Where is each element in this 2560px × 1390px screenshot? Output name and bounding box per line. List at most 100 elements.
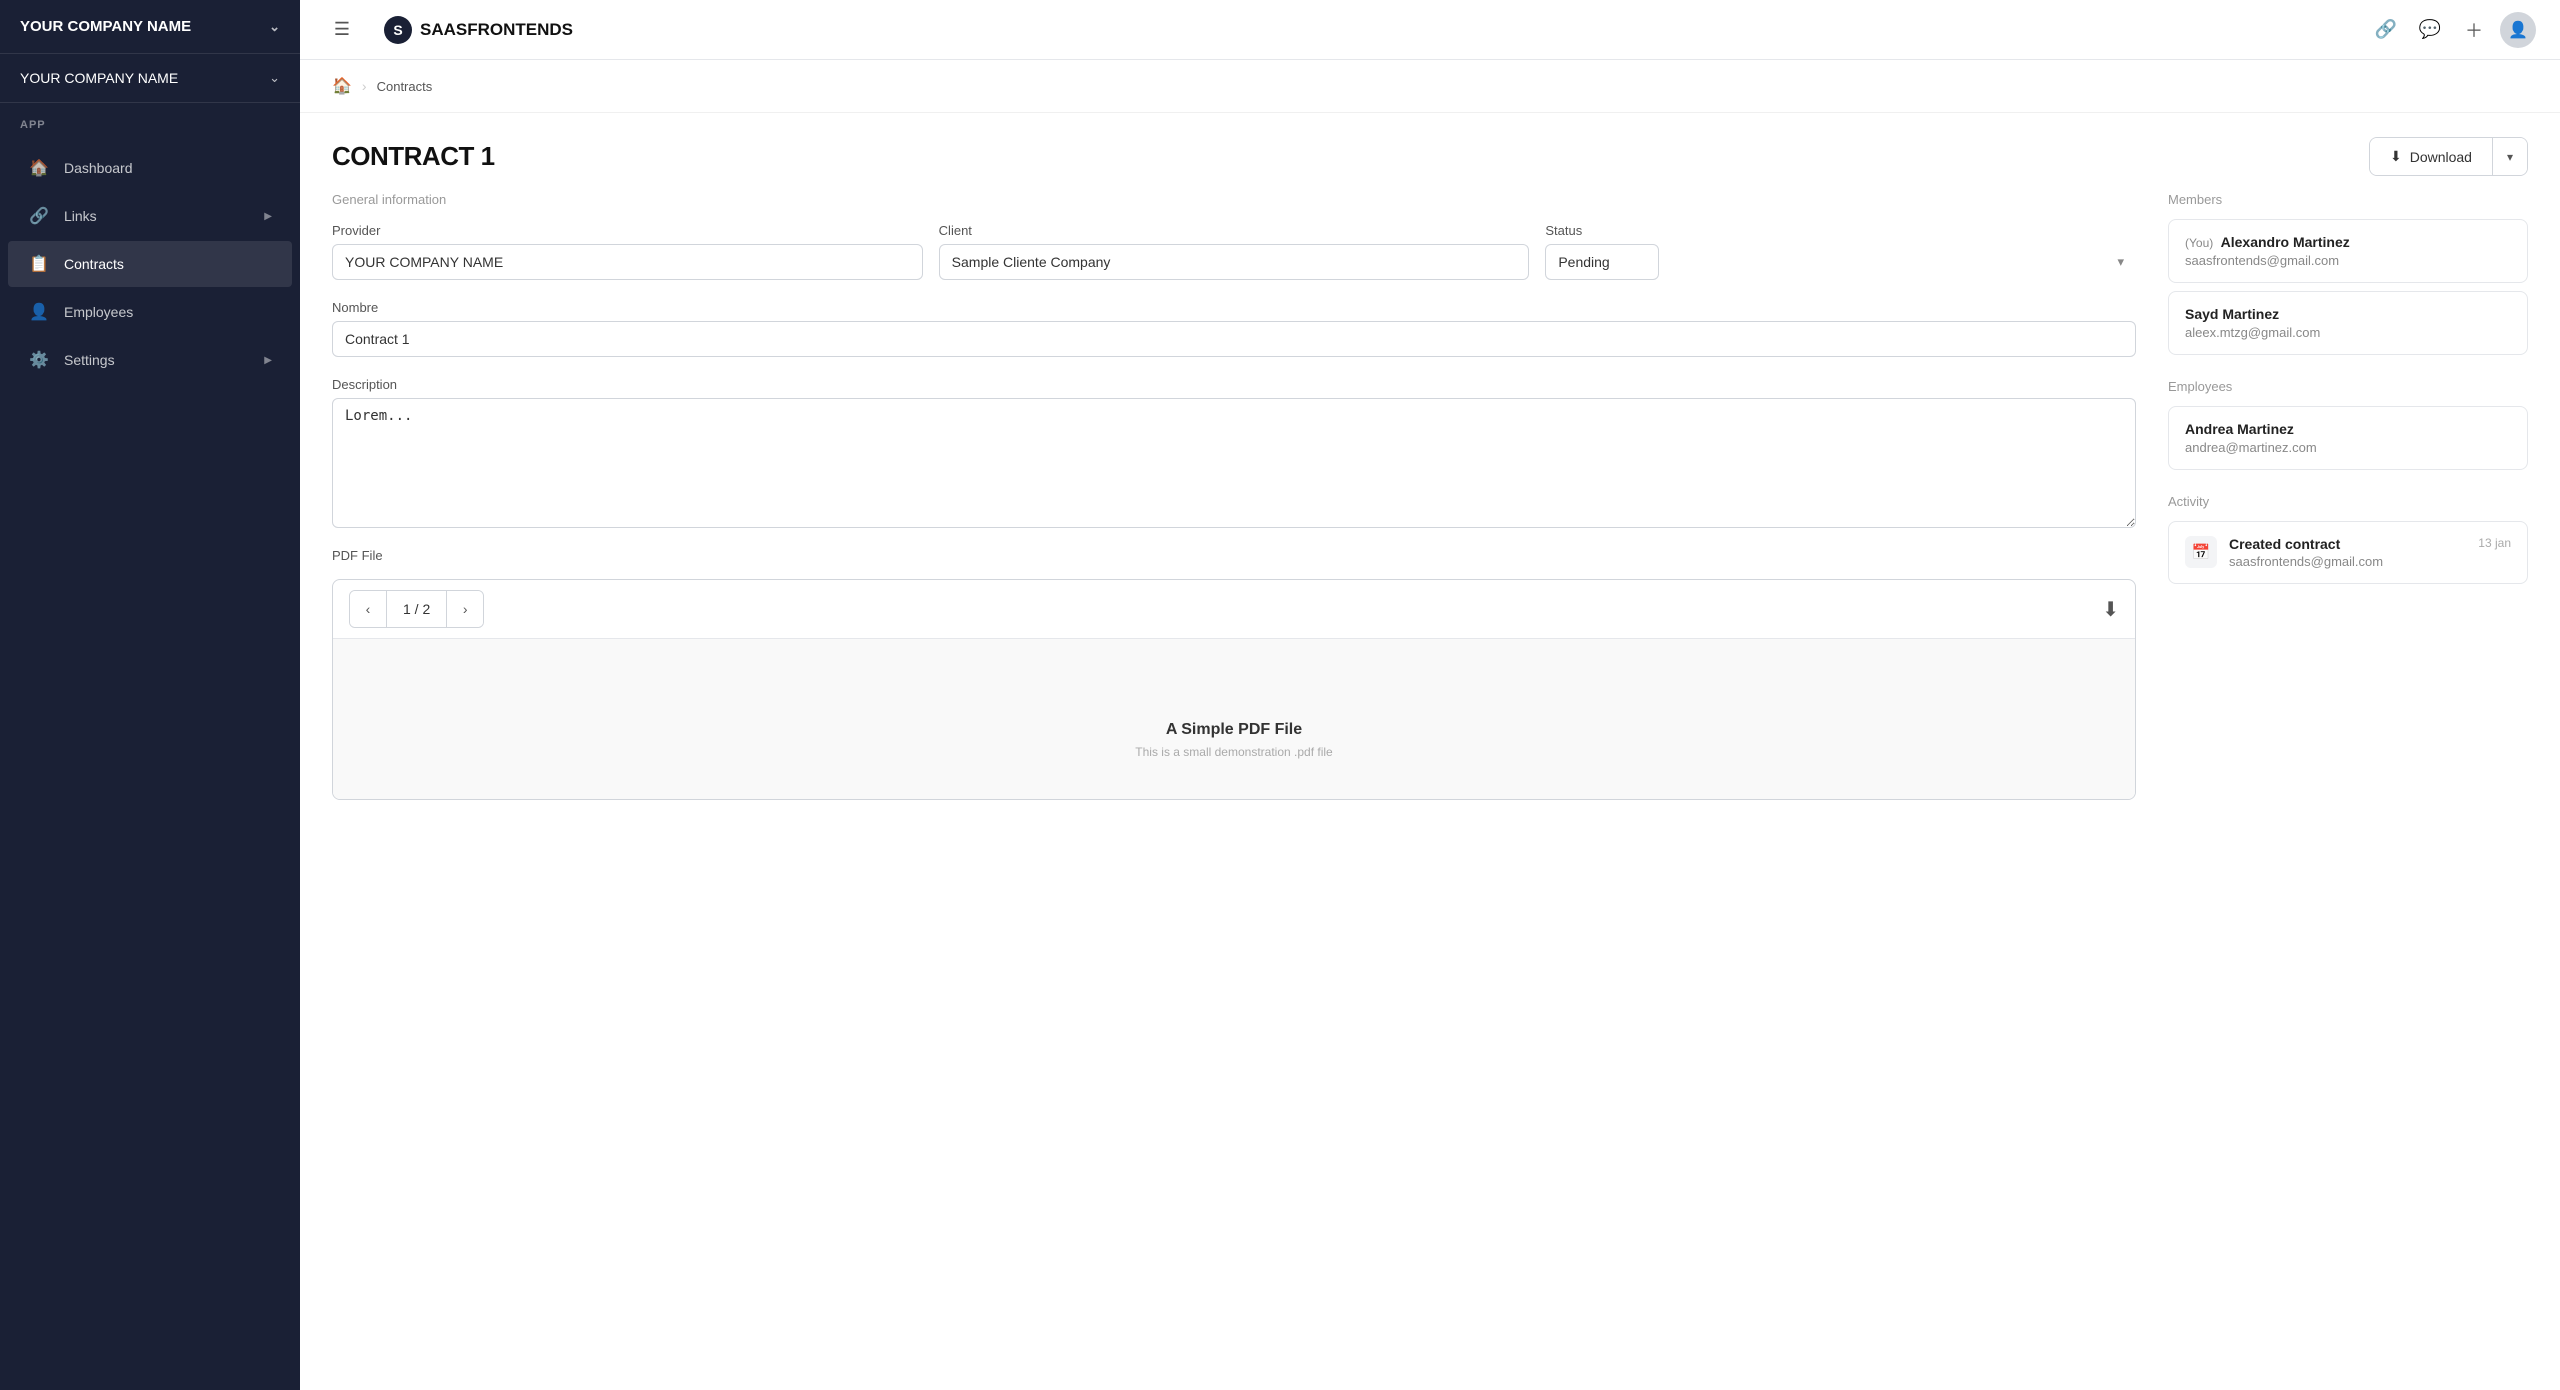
main-wrapper: ☰ S SAASFRONTENDS 🔗 💬 ＋ 👤 🏠 › Contracts … xyxy=(300,0,2560,1390)
status-select[interactable]: Pending Active Completed xyxy=(1545,244,1659,280)
member-name-text-0: Alexandro Martinez xyxy=(2221,234,2350,250)
sidebar-item-dashboard[interactable]: 🏠 Dashboard xyxy=(8,145,292,191)
add-button[interactable]: ＋ xyxy=(2456,12,2492,48)
description-textarea[interactable]: Lorem... xyxy=(332,398,2136,528)
nombre-field-group: Nombre xyxy=(332,300,2136,357)
chevron-down-icon: ⌄ xyxy=(269,19,280,35)
menu-toggle-button[interactable]: ☰ xyxy=(324,12,360,48)
pdf-next-button[interactable]: › xyxy=(447,591,483,627)
activity-item-0: 📅 Created contract 13 jan saasfrontends@… xyxy=(2168,521,2528,584)
sidebar-item-employees[interactable]: 👤 Employees xyxy=(8,289,292,335)
breadcrumb: 🏠 › Contracts xyxy=(300,60,2560,113)
company-second-label: YOUR COMPANY NAME xyxy=(20,70,178,86)
nombre-label: Nombre xyxy=(332,300,2136,315)
pdf-prev-button[interactable]: ‹ xyxy=(350,591,386,627)
activity-header-0: Created contract 13 jan xyxy=(2229,536,2511,552)
calendar-icon: 📅 xyxy=(2185,536,2217,568)
two-col-layout: General information Provider Client Stat… xyxy=(300,192,2560,832)
pdf-download-button[interactable]: ⬇ xyxy=(2102,597,2119,622)
provider-field-group: Provider xyxy=(332,223,923,280)
pdf-file-subtitle: This is a small demonstration .pdf file xyxy=(1135,745,1332,759)
sidebar-item-label: Employees xyxy=(64,304,272,320)
sidebar-item-label: Contracts xyxy=(64,256,272,272)
sidebar-nav: 🏠 Dashboard 🔗 Links ▶ 📋 Contracts 👤 Empl… xyxy=(0,139,300,389)
member-email-1: aleex.mtzg@gmail.com xyxy=(2185,325,2511,340)
content-area: 🏠 › Contracts CONTRACT 1 ⬇ Download ▾ Ge… xyxy=(300,60,2560,1390)
breadcrumb-separator: › xyxy=(362,78,367,94)
nombre-input[interactable] xyxy=(332,321,2136,357)
employees-label: Employees xyxy=(2168,379,2528,394)
employee-card-0: Andrea Martinez andrea@martinez.com xyxy=(2168,406,2528,470)
settings-icon: ⚙️ xyxy=(28,349,50,371)
description-field-group: Description Lorem... xyxy=(332,377,2136,528)
activity-section: Activity 📅 Created contract 13 jan saasf… xyxy=(2168,494,2528,584)
link-icon: 🔗 xyxy=(28,205,50,227)
pdf-label: PDF File xyxy=(332,548,2136,563)
link-icon-button[interactable]: 🔗 xyxy=(2368,12,2404,48)
activity-date-0: 13 jan xyxy=(2478,536,2511,550)
home-breadcrumb-icon[interactable]: 🏠 xyxy=(332,76,352,96)
employee-email-0: andrea@martinez.com xyxy=(2185,440,2511,455)
sidebar-item-label: Settings xyxy=(64,352,264,368)
company-selector-top[interactable]: YOUR COMPANY NAME ⌄ xyxy=(0,0,300,54)
company-selector-second[interactable]: YOUR COMPANY NAME ⌄ xyxy=(0,54,300,103)
status-label: Status xyxy=(1545,223,2136,238)
home-icon: 🏠 xyxy=(28,157,50,179)
pdf-page-indicator: 1 / 2 xyxy=(386,591,447,627)
sidebar-item-contracts[interactable]: 📋 Contracts xyxy=(8,241,292,287)
sidebar: YOUR COMPANY NAME ⌄ YOUR COMPANY NAME ⌄ … xyxy=(0,0,300,1390)
status-field-group: Status Pending Active Completed xyxy=(1545,223,2136,280)
side-column: Members (You) Alexandro Martinez saasfro… xyxy=(2168,192,2528,800)
client-label: Client xyxy=(939,223,1530,238)
user-avatar[interactable]: 👤 xyxy=(2500,12,2536,48)
member-card-0: (You) Alexandro Martinez saasfrontends@g… xyxy=(2168,219,2528,283)
logo-circle: S xyxy=(384,16,412,44)
activity-label: Activity xyxy=(2168,494,2528,509)
activity-email-0: saasfrontends@gmail.com xyxy=(2229,554,2511,569)
activity-body-0: Created contract 13 jan saasfrontends@gm… xyxy=(2229,536,2511,569)
sidebar-item-label: Dashboard xyxy=(64,160,272,176)
member-name-0: (You) Alexandro Martinez xyxy=(2185,234,2511,250)
logo-saas: SAASFRONTENDS xyxy=(420,20,573,40)
chevron-right-icon: ▶ xyxy=(264,355,272,366)
pdf-toolbar: ‹ 1 / 2 › ⬇ xyxy=(333,580,2135,639)
company-top-label: YOUR COMPANY NAME xyxy=(20,18,191,35)
pdf-viewer: ‹ 1 / 2 › ⬇ A Simple PDF File This is a … xyxy=(332,579,2136,800)
breadcrumb-current: Contracts xyxy=(377,79,433,94)
member-name-text-1: Sayd Martinez xyxy=(2185,306,2279,322)
employee-name-0: Andrea Martinez xyxy=(2185,421,2511,437)
app-logo: S SAASFRONTENDS xyxy=(384,16,2352,44)
download-icon: ⬇ xyxy=(2390,148,2402,165)
page-title: CONTRACT 1 xyxy=(332,141,495,172)
pdf-file-title: A Simple PDF File xyxy=(1166,721,1302,739)
chevron-down-icon: ⌄ xyxy=(269,70,280,86)
contracts-icon: 📋 xyxy=(28,253,50,275)
sidebar-item-label: Links xyxy=(64,208,264,224)
topbar-icons: 🔗 💬 ＋ 👤 xyxy=(2368,12,2536,48)
download-button-group: ⬇ Download ▾ xyxy=(2369,137,2528,176)
app-section-label: APP xyxy=(0,103,300,139)
download-label: Download xyxy=(2410,149,2472,165)
member-card-1: Sayd Martinez aleex.mtzg@gmail.com xyxy=(2168,291,2528,355)
employees-section: Employees Andrea Martinez andrea@martine… xyxy=(2168,379,2528,470)
you-badge: (You) xyxy=(2185,236,2213,250)
provider-input[interactable] xyxy=(332,244,923,280)
chat-icon-button[interactable]: 💬 xyxy=(2412,12,2448,48)
download-dropdown-button[interactable]: ▾ xyxy=(2493,138,2527,175)
pdf-nav-controls: ‹ 1 / 2 › xyxy=(349,590,484,628)
employees-icon: 👤 xyxy=(28,301,50,323)
page-header: CONTRACT 1 ⬇ Download ▾ xyxy=(300,113,2560,192)
client-input[interactable] xyxy=(939,244,1530,280)
members-label: Members xyxy=(2168,192,2528,207)
main-column: General information Provider Client Stat… xyxy=(332,192,2168,800)
sidebar-item-links[interactable]: 🔗 Links ▶ xyxy=(8,193,292,239)
sidebar-item-settings[interactable]: ⚙️ Settings ▶ xyxy=(8,337,292,383)
activity-title-0: Created contract xyxy=(2229,536,2340,552)
chevron-right-icon: ▶ xyxy=(264,211,272,222)
member-email-0: saasfrontends@gmail.com xyxy=(2185,253,2511,268)
chevron-down-icon: ▾ xyxy=(2507,150,2513,164)
client-field-group: Client xyxy=(939,223,1530,280)
download-button[interactable]: ⬇ Download xyxy=(2370,138,2493,175)
form-row-provider-client-status: Provider Client Status Pending Active xyxy=(332,223,2136,280)
status-select-wrapper: Pending Active Completed xyxy=(1545,244,2136,280)
